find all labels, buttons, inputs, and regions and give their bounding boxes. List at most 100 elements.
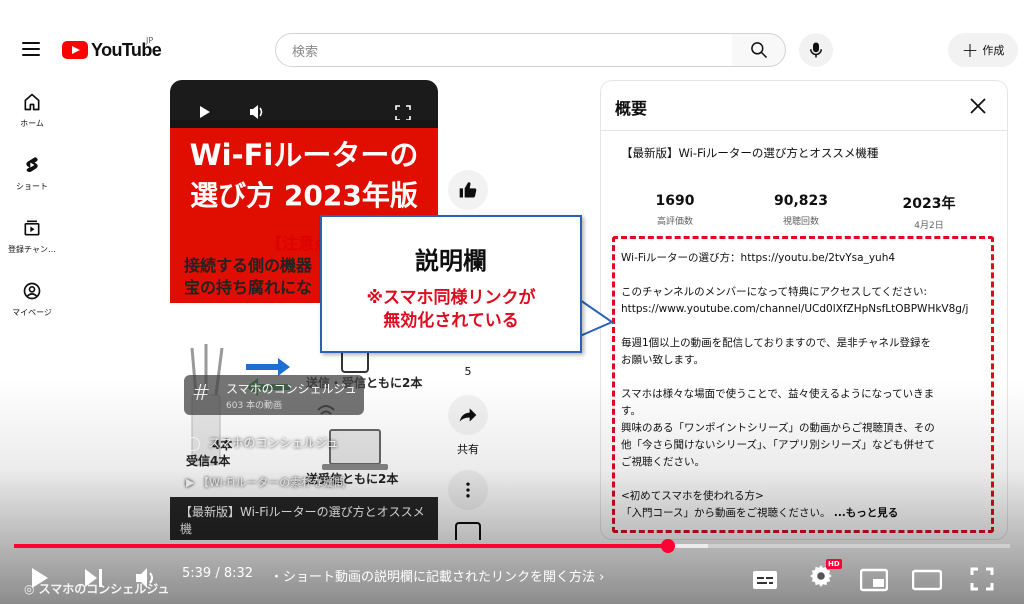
stat-value: 90,823 [773,193,829,209]
caution-body-line2: 宝の持ち腐れにな [184,278,313,297]
nav-label: ホーム [20,119,44,128]
short-title-line1: 【最新版】Wi-Fiルーターの選び方とオススメ機 [180,505,425,536]
search-button[interactable] [732,33,786,67]
shorts-icon [26,157,38,173]
volume-icon [250,105,263,119]
playlist-chip[interactable]: # スマホのコンシェルジュ 603 本の動画 [184,375,364,415]
short-title-bar[interactable]: 【最新版】Wi-Fiルーターの選び方とオススメ機 種 [170,497,438,553]
thumbs-up-icon [459,182,477,198]
chapter-title-text: ・ショート動画の説明欄に記載されたリンクを開く方法 [270,570,596,585]
caution-body-line1: 接続する側の機器 [184,256,313,275]
show-more-link[interactable]: ...もっと見る [834,507,898,519]
create-label: 作成 [982,44,1005,57]
subtitles-button[interactable] [752,565,778,595]
miniplayer-button[interactable] [860,565,888,595]
stat-label: 視聴回数 [782,217,819,227]
watermark-text: スマホのコンシェルジュ [38,582,170,596]
fullscreen-icon [970,567,994,591]
description-line: ご視聴ください。 [621,456,705,468]
nav-item-shorts[interactable]: ショート [0,155,64,192]
youtube-logo[interactable]: YouTube JP [62,36,162,60]
create-button[interactable]: + 作成 [948,33,1018,67]
menu-icon[interactable] [22,42,40,56]
stat-label: 4月2日 [914,221,944,231]
share-icon [459,408,477,422]
remix-icon [455,522,481,540]
description-line: す。 [621,405,641,417]
fullscreen-button[interactable] [970,564,994,594]
time-display: 5:39 / 8:32 [182,566,254,581]
play-pause-button[interactable] [194,102,214,122]
annotation-callout: 説明欄 ※スマホ同様リンクが 無効化されている [320,215,582,353]
plus-icon: + [961,38,979,62]
nav-label: ショート [16,182,48,191]
mic-icon [810,42,822,58]
description-line: スマホは様々な場面で使うことで、益々使えるようになっていきま [621,388,935,400]
settings-button[interactable]: HD [806,559,842,591]
description-line: 興味のある「ワンポイントシリーズ」の動画からご視聴頂き、その [621,422,935,434]
nav-label: 登録チャン… [8,245,56,254]
nav-item-home[interactable]: ホーム [0,92,64,129]
share-button[interactable]: 共有 [448,395,488,457]
playlist-title: スマホのコンシェルジュ [226,382,357,396]
thumbnail-title-line2: 選び方 2023年版 [190,179,418,212]
nav-item-you[interactable]: マイページ [0,281,64,318]
diagram-label-left2: 受信4本 [186,454,231,468]
chevron-right-icon: › [599,570,605,585]
callout-tail [578,298,615,338]
like-count-value: 5 [464,365,472,378]
search-placeholder: 検索 [292,44,319,60]
nav-item-subscriptions[interactable]: 登録チャン… [0,218,64,255]
hash-icon: # [192,381,211,406]
hd-badge: HD [826,559,842,569]
theater-mode-button[interactable] [912,565,942,595]
description-body: Wi-Fiルーターの選び方：https://youtu.be/2tvYsa_yu… [601,238,1001,535]
overlay-link-text: 【Wi-Fiルーターの素朴な疑問 [197,476,346,489]
callout-line1: ※スマホ同様リンクが [366,288,536,308]
channel-overlay[interactable]: スマホのコンシェルジュ [186,434,339,451]
like-count: 5 [448,365,488,378]
voice-search-button[interactable] [799,33,833,67]
you-icon [23,282,41,300]
description-line: 他「今さら聞けないシリーズ」、「アプリ別シリーズ」なども併せて [621,439,935,451]
stat-value: 2023年 [902,196,956,212]
subtitles-icon [753,571,777,589]
search-input[interactable]: 検索 [275,33,733,67]
share-circle [448,395,488,435]
description-title: 概要 [615,99,648,118]
overlay-link[interactable]: ▶ 【Wi-Fiルーターの素朴な疑問 [186,474,345,490]
scrubber-knob[interactable] [661,539,676,553]
more-vert-icon [466,482,470,498]
remix-button[interactable] [448,522,488,540]
description-line: お願い致します。 [621,354,704,366]
chapter-title[interactable]: ・ショート動画の説明欄に記載されたリンクを開く方法 › [270,566,604,585]
overlay-play-icon: ▶ [186,476,198,489]
play-icon [200,106,210,118]
channel-avatar-icon [186,436,200,451]
callout-line2: 無効化されている [383,311,519,331]
video-title: 【最新版】Wi-Fiルーターの選び方とオススメ機種 [621,146,879,160]
more-actions-button[interactable] [448,470,488,516]
progress-bar[interactable] [14,539,1010,553]
description-line: Wi-Fiルーターの選び方：https://youtu.be/2tvYsa_yu… [621,252,896,264]
fullscreen-button[interactable] [395,105,411,121]
search-icon [751,42,768,59]
played-bar [14,544,669,548]
description-line: https://www.youtube.com/channel/UCd0lXfZ… [621,303,969,315]
fullscreen-icon [395,105,411,121]
watermark-logo-icon: ◎ [24,582,39,596]
description-line: 毎週1個以上の動画を配信しておりますので、是非チャネル登録を [621,337,932,349]
like-circle [448,170,488,210]
close-icon[interactable] [969,97,987,115]
region-label: JP [146,36,154,45]
stat-likes: 1690 高評価数 [625,193,725,227]
like-button[interactable] [448,170,488,216]
playlist-count: 603 本の動画 [226,401,283,411]
description-line: 「入門コース」から動画をご視聴ください。 [621,507,831,519]
youtube-play-icon [62,41,88,59]
stat-views: 90,823 視聴回数 [751,193,851,227]
description-line-last: 「入門コース」から動画をご視聴ください。 ...もっと見る [621,505,989,522]
channel-overlay-name: スマホのコンシェルジュ [207,436,339,450]
description-line: <初めてスマホを使われる方> [621,490,764,502]
subscriptions-icon [24,220,40,236]
